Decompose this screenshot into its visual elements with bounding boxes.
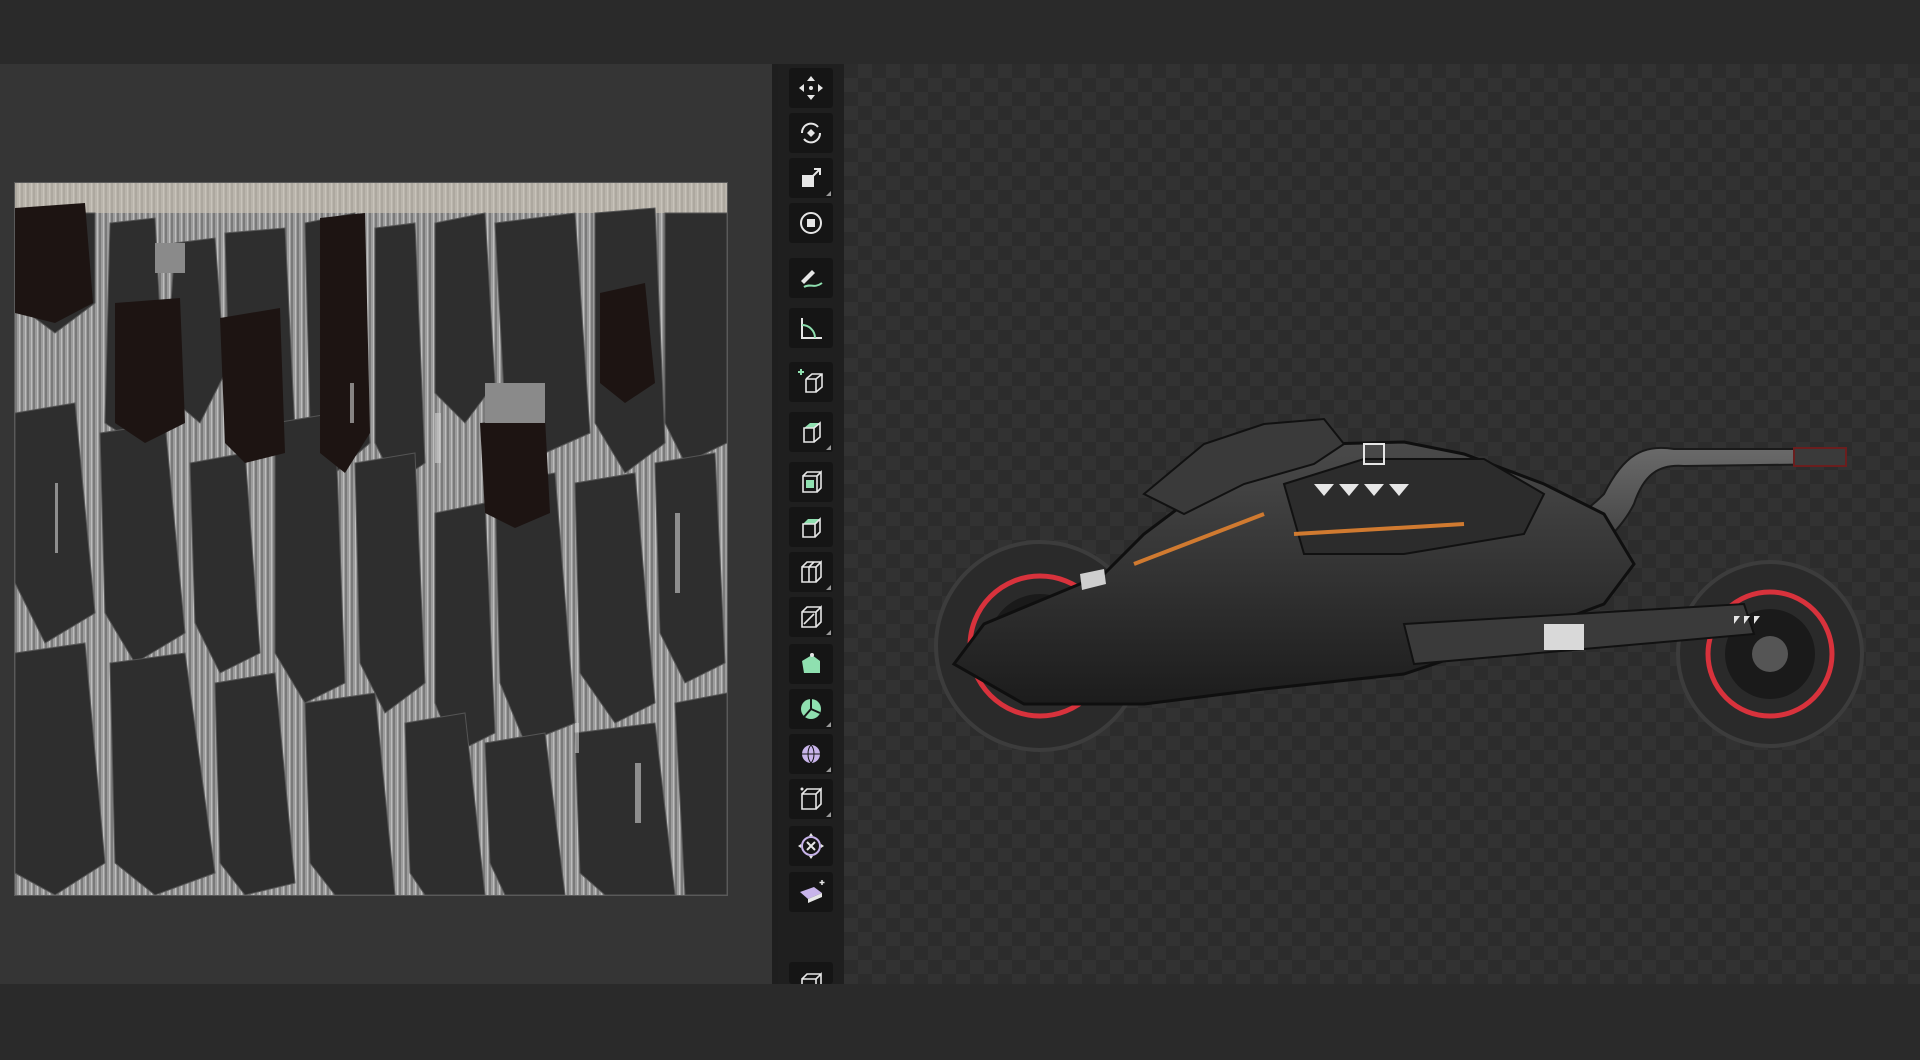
futuristic-motorcycle-model[interactable] — [844, 64, 1920, 984]
add-cube-tool[interactable] — [789, 362, 833, 402]
submenu-indicator-icon — [826, 767, 831, 772]
shear-tool[interactable] — [789, 872, 833, 912]
extrude-cube-icon — [803, 421, 821, 443]
spin-icon — [801, 699, 821, 719]
move-tool[interactable] — [789, 68, 833, 108]
light-panel — [1544, 624, 1584, 650]
uv-editor-panel — [0, 64, 772, 984]
edge-slide-icon — [800, 787, 822, 810]
rotate-tool[interactable] — [789, 113, 833, 153]
smooth-sphere-icon — [802, 744, 820, 764]
top-bar — [0, 0, 1920, 64]
add-cube-icon — [798, 369, 823, 393]
loop-cut-tool[interactable] — [789, 552, 833, 592]
tool-shelf — [778, 64, 844, 984]
bevel-cube-icon — [802, 517, 821, 538]
extrude-region-tool[interactable] — [789, 412, 833, 452]
submenu-indicator-icon — [826, 445, 831, 450]
rip-region-tool[interactable] — [789, 962, 833, 984]
exhaust-tip — [1793, 447, 1847, 467]
bevel-tool[interactable] — [789, 507, 833, 547]
submenu-indicator-icon — [826, 812, 831, 817]
poly-build-tool[interactable] — [789, 644, 833, 684]
poly-build-icon — [802, 653, 820, 673]
move-arrows-icon — [799, 76, 823, 100]
shear-icon — [800, 880, 825, 903]
edge-slide-tool[interactable] — [789, 779, 833, 819]
inset-faces-tool[interactable] — [789, 462, 833, 502]
ruler-angle-icon — [801, 318, 822, 339]
3d-viewport[interactable] — [844, 64, 1920, 984]
knife-tool[interactable] — [789, 597, 833, 637]
smooth-tool[interactable] — [789, 734, 833, 774]
pencil-curve-icon — [801, 270, 823, 288]
bottom-bar — [0, 984, 1920, 1060]
measure-tool[interactable] — [789, 308, 833, 348]
transform-icon — [800, 212, 822, 234]
scale-icon — [802, 168, 821, 187]
inset-cube-icon — [802, 470, 822, 493]
knife-cube-icon — [801, 605, 822, 628]
transform-tool[interactable] — [789, 203, 833, 243]
rotate-icon — [800, 122, 822, 144]
submenu-indicator-icon — [826, 191, 831, 196]
shrink-fatten-icon — [798, 833, 824, 859]
rip-region-icon — [801, 972, 822, 984]
scale-tool[interactable] — [789, 158, 833, 198]
loop-cut-icon — [801, 560, 822, 583]
submenu-indicator-icon — [826, 585, 831, 590]
annotate-tool[interactable] — [789, 258, 833, 298]
front-wheel — [1676, 560, 1864, 748]
spin-tool[interactable] — [789, 689, 833, 729]
submenu-indicator-icon — [826, 630, 831, 635]
uv-texture-canvas[interactable] — [14, 182, 728, 896]
uv-texture-atlas — [15, 183, 727, 895]
submenu-indicator-icon — [826, 722, 831, 727]
shrink-fatten-tool[interactable] — [789, 826, 833, 866]
